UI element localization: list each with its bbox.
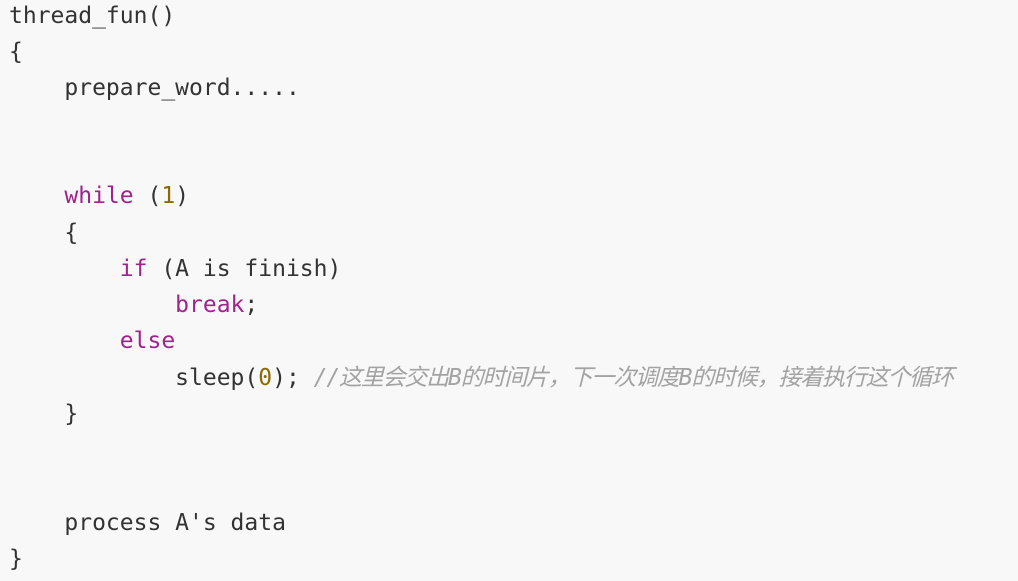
code-text: ) [175, 183, 190, 209]
code-line: { [9, 215, 78, 251]
code-text: prepare_word..... [64, 75, 300, 101]
code-text: } [9, 546, 23, 572]
code-text: ; [244, 292, 259, 318]
code-text: { [64, 220, 79, 246]
number-literal: 0 [258, 365, 273, 391]
code-line: prepare_word..... [9, 70, 300, 106]
keyword: while [64, 183, 134, 209]
code-text: { [9, 39, 23, 65]
code-line: process A's data [9, 505, 286, 541]
code-text: ); [272, 365, 314, 391]
code-line: while (1) [9, 178, 189, 214]
code-line: sleep(0); //这里会交出B的时间片，下一次调度B的时候，接着执行这个循… [9, 360, 954, 396]
code-text: ( [133, 183, 162, 209]
code-line: break; [9, 287, 258, 323]
code-line: } [9, 541, 23, 577]
code-text: process A's data [64, 510, 286, 536]
code-line: if (A is finish) [9, 251, 342, 287]
code-line: thread_fun() [9, 0, 175, 34]
number-literal: 1 [161, 183, 176, 209]
keyword: else [119, 328, 176, 354]
keyword: if [119, 256, 148, 282]
code-line: else [9, 323, 175, 359]
code-text: (A is finish) [147, 256, 342, 282]
code-line: } [9, 396, 78, 432]
code-text: } [64, 401, 79, 427]
code-text: thread_fun() [9, 3, 176, 29]
function-call: sleep( [175, 365, 259, 391]
keyword: break [175, 292, 245, 318]
code-block: thread_fun() { prepare_word..... while (… [0, 0, 1018, 581]
code-line: { [9, 34, 23, 70]
code-comment: //这里会交出B的时间片，下一次调度B的时候，接着执行这个循环 [313, 365, 954, 391]
